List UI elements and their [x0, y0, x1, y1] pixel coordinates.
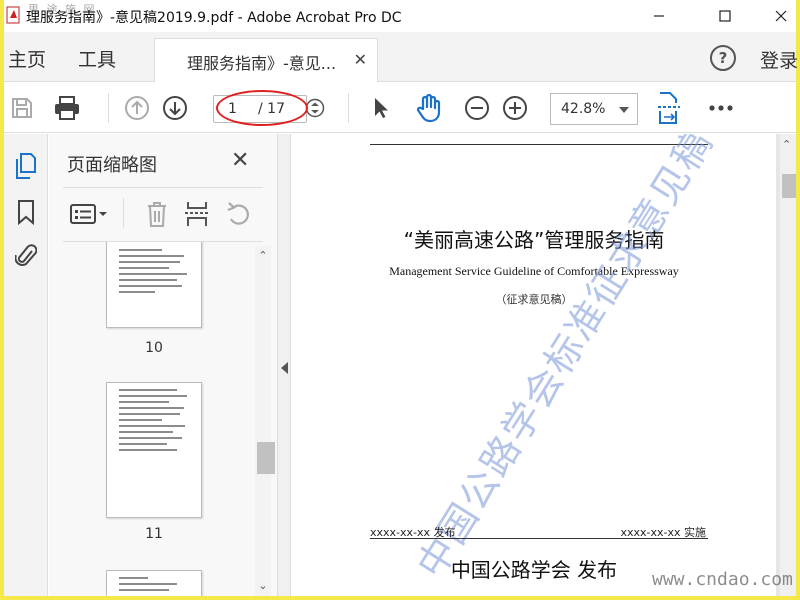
current-page: 1 [228, 101, 237, 117]
title-bar: 思 途 施 网 理服务指南》-意见稿2019.9.pdf - Adobe Acr… [4, 0, 796, 32]
draft-note: （征求意见稿） [495, 293, 573, 306]
zoom-level-value: 42.8% [561, 101, 606, 117]
rotate-icon [227, 202, 249, 225]
app-icon [6, 6, 20, 24]
more-options-button[interactable] [704, 83, 738, 133]
next-page-button[interactable] [160, 83, 190, 133]
thumbnail-page-number: 10 [145, 340, 163, 356]
trash-icon [148, 202, 166, 227]
toolbar-divider [108, 93, 109, 123]
hand-icon [416, 93, 441, 123]
panel-title: 页面缩略图 [67, 155, 157, 176]
hand-tool-button[interactable] [412, 83, 446, 133]
main-toolbar: 1 / 17 42.8% [4, 83, 796, 133]
options-menu-icon [70, 204, 107, 224]
document-page: “美丽高速公路”管理服务指南 Management Service Guidel… [292, 134, 776, 596]
help-icon[interactable]: ? [710, 45, 736, 71]
close-icon [775, 10, 787, 22]
zoom-out-icon [465, 96, 489, 120]
previous-page-button[interactable] [122, 83, 152, 133]
close-window-button[interactable] [758, 0, 800, 32]
scrollbar-thumb[interactable] [257, 442, 275, 474]
panel-collapse-handle[interactable] [277, 134, 291, 596]
panel-toolbar-divider [123, 198, 124, 228]
close-panel-icon[interactable]: ✕ [231, 148, 249, 173]
arrow-up-circle-icon [125, 96, 149, 120]
acrobat-window: 思 途 施 网 理服务指南》-意见稿2019.9.pdf - Adobe Acr… [4, 0, 798, 596]
pointer-arrow-icon [375, 98, 388, 118]
tab-bar: 主页 工具 理服务指南》-意见... ✕ ? 登录 [4, 32, 798, 82]
footer-rule [370, 538, 708, 539]
insert-pages-icon [185, 202, 209, 226]
page-thumbnail[interactable] [106, 242, 202, 328]
print-button[interactable] [50, 83, 84, 133]
document-view[interactable]: “美丽高速公路”管理服务指南 Management Service Guidel… [292, 134, 796, 596]
page-stepper[interactable] [304, 83, 326, 133]
scroll-up-icon[interactable]: ⌃ [257, 250, 269, 262]
document-scrollbar[interactable]: ⌃ [780, 134, 796, 596]
tab-document[interactable]: 理服务指南》-意见... ✕ [154, 38, 378, 82]
save-button[interactable] [6, 83, 38, 133]
arrow-down-circle-icon [163, 96, 187, 120]
toolbar-divider [348, 93, 349, 123]
thumbnail-options-button[interactable] [67, 196, 111, 232]
paperclip-icon [15, 244, 37, 266]
scroll-down-icon[interactable]: ⌄ [257, 580, 269, 592]
page-number-input[interactable]: 1 / 17 [213, 95, 307, 123]
delete-page-button[interactable] [139, 196, 175, 232]
document-title: “美丽高速公路”管理服务指南 [403, 228, 665, 252]
total-pages: / 17 [258, 101, 285, 117]
zoom-out-button[interactable] [462, 83, 492, 133]
bookmarks-button[interactable] [4, 192, 48, 232]
tab-home[interactable]: 主页 [8, 45, 46, 72]
chevron-left-icon [281, 362, 288, 374]
minimize-button[interactable] [636, 0, 682, 32]
maximize-icon [719, 10, 731, 22]
zoom-in-icon [503, 96, 527, 120]
close-tab-icon[interactable]: ✕ [354, 50, 367, 69]
printer-icon [55, 96, 79, 120]
save-icon [12, 98, 32, 118]
zoom-in-button[interactable] [500, 83, 530, 133]
left-navigation-pane [4, 134, 48, 596]
page-thumbnails-button[interactable] [4, 146, 48, 186]
thumbnail-page-number: 11 [145, 526, 163, 542]
scrollbar-thumb[interactable] [782, 174, 796, 198]
bookmark-icon [18, 200, 34, 225]
page-thumbnail[interactable] [106, 570, 202, 596]
thumbnail-list: 10 11 [49, 242, 255, 596]
fit-page-icon [658, 92, 680, 124]
maximize-button[interactable] [702, 0, 748, 32]
thumbnail-scrollbar[interactable]: ⌃ ⌄ [255, 246, 275, 596]
page-thumbnails-icon [16, 153, 36, 179]
document-watermark: 中国公路学会标准征求意见稿 [408, 134, 722, 586]
scroll-up-icon[interactable]: ⌃ [782, 138, 791, 151]
page-thumbnails-panel: 页面缩略图 ✕ 10 11 ⌃ ⌄ [49, 134, 277, 596]
document-tab-label: 理服务指南》-意见... [187, 54, 337, 73]
sign-in-link[interactable]: 登录 [760, 46, 798, 73]
zoom-level-select[interactable]: 42.8% [550, 93, 638, 125]
fit-page-button[interactable] [654, 83, 684, 133]
rotate-page-button[interactable] [221, 196, 257, 232]
panel-divider [63, 187, 263, 188]
insert-page-button[interactable] [179, 196, 215, 232]
window-title: 理服务指南》-意见稿2019.9.pdf - Adobe Acrobat Pro… [26, 10, 402, 26]
chevron-down-icon [619, 107, 629, 113]
attachments-button[interactable] [4, 234, 48, 274]
page-thumbnail[interactable] [106, 382, 202, 518]
more-dots-icon [709, 105, 733, 111]
minimize-icon [654, 15, 664, 17]
document-subtitle: Management Service Guideline of Comforta… [389, 264, 679, 278]
select-tool-button[interactable] [366, 83, 396, 133]
stepper-icon [305, 98, 325, 118]
tab-tools[interactable]: 工具 [78, 45, 116, 72]
site-watermark: www.cndao.com [652, 569, 793, 590]
